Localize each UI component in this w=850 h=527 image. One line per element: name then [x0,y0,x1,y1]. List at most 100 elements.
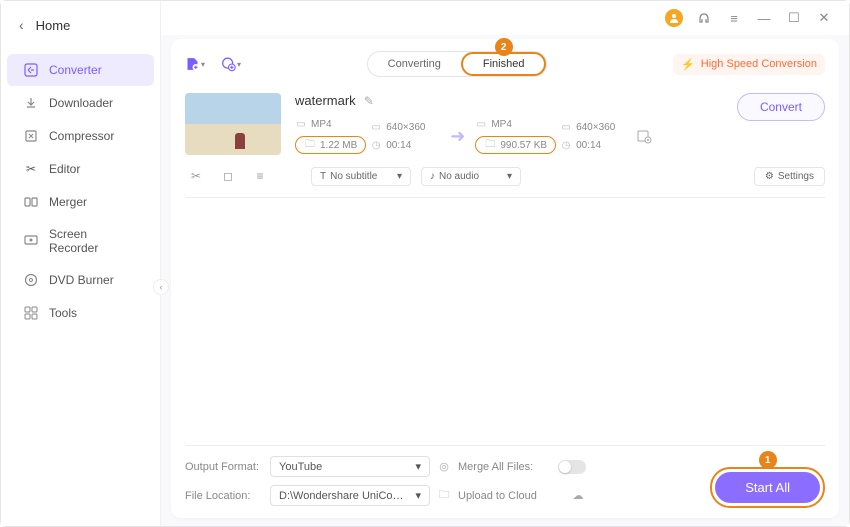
chevron-down-icon: ▾ [415,489,421,502]
titlebar: ≡ — ☐ ✕ [161,1,849,35]
upload-label: Upload to Cloud [458,490,558,502]
sidebar-item-screen-recorder[interactable]: Screen Recorder [7,219,154,263]
audio-select[interactable]: ♪No audio ▾ [421,167,521,186]
source-resolution: ▭640×360 [370,121,440,133]
edit-title-icon[interactable]: ✎ [364,94,374,108]
start-all-wrap: 1 Start All [710,467,825,508]
arrow-right-icon: ➜ [450,126,465,147]
clock-icon: ◷ [560,139,572,151]
panel-header: ▾ ▾ Converting Finished 2 ⚡ High Speed C… [185,51,825,77]
subtitle-icon: T [320,171,326,182]
video-icon: ▭ [475,118,487,130]
folder-icon: 🗀 [304,139,316,151]
output-format-label: Output Format: [185,461,270,473]
chevron-down-icon: ▾ [201,60,205,69]
merge-icon [23,194,39,210]
video-thumbnail[interactable] [185,93,281,155]
hamburger-menu-icon[interactable]: ≡ [725,9,743,27]
callout-badge-2: 2 [495,38,513,56]
tab-finished-label: Finished [483,58,525,70]
merge-toggle[interactable] [558,460,586,474]
start-all-button[interactable]: Start All [715,472,820,503]
sidebar-item-editor[interactable]: ✂ Editor [7,153,154,185]
scissors-icon: ✂ [23,161,39,177]
chevron-down-icon: ▾ [507,171,512,182]
video-icon: ▭ [295,118,307,130]
target-resolution: ▭640×360 [560,121,630,133]
screen-icon [23,233,39,249]
preview-icon[interactable]: ◎ [430,460,458,473]
sidebar-item-downloader[interactable]: Downloader [7,87,154,119]
disc-icon [23,272,39,288]
home-row[interactable]: ‹ Home [1,9,160,41]
file-card: watermark ✎ ▭MP4 🗀1.22 MB ▭640×360 ◷00:1… [185,93,825,198]
maximize-icon[interactable]: ☐ [785,9,803,27]
audio-icon: ♪ [430,171,435,182]
folder-icon: 🗀 [484,139,496,151]
sidebar-collapse-toggle[interactable]: ‹ [153,279,169,295]
file-location-label: File Location: [185,490,270,502]
lightning-icon: ⚡ [681,58,695,71]
sidebar: ‹ Home Converter Downloader Compressor ✂… [1,1,161,526]
chevron-down-icon: ▾ [397,171,402,182]
sidebar-item-tools[interactable]: Tools [7,297,154,329]
converter-icon [23,62,39,78]
sidebar-item-label: Merger [49,195,87,209]
avatar[interactable] [665,9,683,27]
sidebar-item-label: Downloader [49,96,113,110]
source-duration: ◷00:14 [370,139,440,151]
output-format-select[interactable]: YouTube▾ [270,456,430,477]
grid-icon [23,305,39,321]
resolution-icon: ▭ [370,121,382,133]
add-url-button[interactable]: ▾ [221,54,241,74]
headset-icon[interactable] [695,9,713,27]
chevron-down-icon: ▾ [237,60,241,69]
sidebar-item-label: Editor [49,162,80,176]
sidebar-item-label: Screen Recorder [49,227,138,255]
sidebar-item-label: Compressor [49,129,114,143]
high-speed-badge[interactable]: ⚡ High Speed Conversion [673,54,825,75]
content-panel: ▾ ▾ Converting Finished 2 ⚡ High Speed C… [171,39,839,518]
home-label: Home [36,18,71,33]
cloud-icon[interactable]: ☁ [558,489,598,502]
tab-finished[interactable]: Finished 2 [461,52,547,76]
download-icon [23,95,39,111]
convert-button[interactable]: Convert [737,93,825,121]
target-size: 🗀990.57 KB [475,136,556,154]
resolution-icon: ▭ [560,121,572,133]
add-file-button[interactable]: ▾ [185,54,205,74]
file-location-select[interactable]: D:\Wondershare UniConverter 1▾ [270,485,430,506]
tab-converting[interactable]: Converting [368,52,461,76]
high-speed-label: High Speed Conversion [701,58,817,70]
sidebar-item-dvd-burner[interactable]: DVD Burner [7,264,154,296]
sidebar-item-label: Converter [49,63,102,77]
back-chevron-icon[interactable]: ‹ [19,17,24,33]
status-tabs: Converting Finished 2 [367,51,548,77]
target-format: ▭MP4 [475,118,556,130]
crop-icon[interactable]: ◻ [217,165,239,187]
main-area: ≡ — ☐ ✕ ▾ ▾ Converting Finished 2 [161,1,849,526]
merge-label: Merge All Files: [458,461,558,473]
gear-icon: ⚙ [765,171,774,182]
output-settings-icon[interactable] [636,128,652,144]
close-icon[interactable]: ✕ [815,9,833,27]
sidebar-item-merger[interactable]: Merger [7,186,154,218]
callout-badge-1: 1 [759,451,777,469]
minimize-icon[interactable]: — [755,9,773,27]
sidebar-item-label: DVD Burner [49,273,114,287]
source-size: 🗀1.22 MB [295,136,366,154]
compress-icon [23,128,39,144]
sidebar-item-converter[interactable]: Converter [7,54,154,86]
effect-icon[interactable]: ≡ [249,165,271,187]
chevron-down-icon: ▾ [415,460,421,473]
sidebar-item-label: Tools [49,306,77,320]
settings-button[interactable]: ⚙ Settings [754,167,825,186]
open-folder-icon[interactable]: 🗀 [430,486,458,505]
target-duration: ◷00:14 [560,139,630,151]
clock-icon: ◷ [370,139,382,151]
subtitle-select[interactable]: TNo subtitle ▾ [311,167,411,186]
trim-icon[interactable]: ✂ [185,165,207,187]
file-title: watermark [295,93,356,108]
sidebar-item-compressor[interactable]: Compressor [7,120,154,152]
source-format: ▭MP4 [295,118,366,130]
